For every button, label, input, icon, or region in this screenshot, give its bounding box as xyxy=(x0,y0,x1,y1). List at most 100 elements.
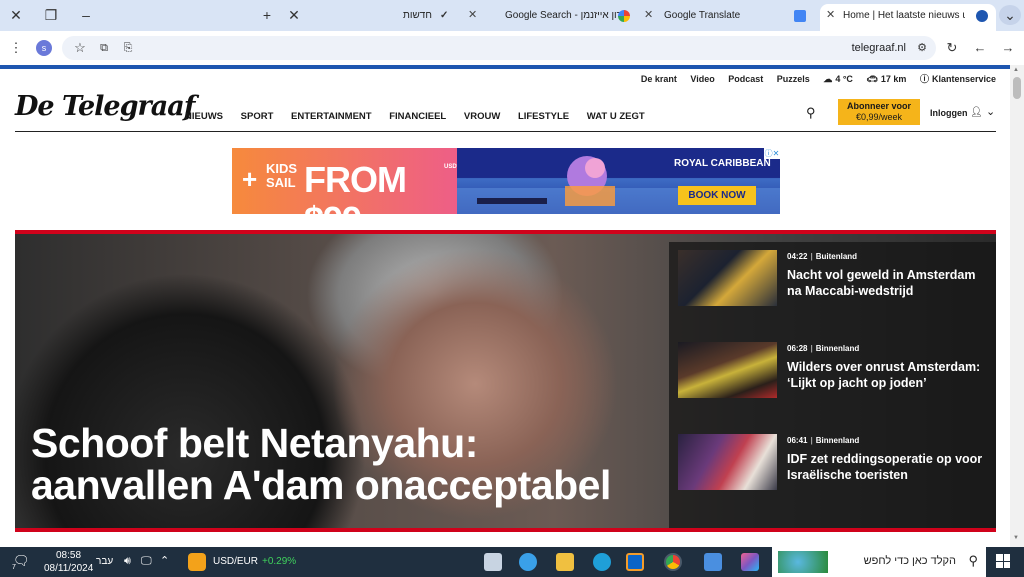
profile-avatar[interactable]: s xyxy=(36,40,52,56)
notification-count: 7 xyxy=(12,564,16,571)
address-bar: ⋮ s ☆ ⧉ ⎘ telegraaf.nl ⚙ ↻ ← → xyxy=(0,31,1024,65)
article-meta: 06:28 | Binnenland xyxy=(787,344,860,353)
search-icon[interactable]: ⚲ xyxy=(806,105,816,121)
tab-close-icon[interactable]: ✕ xyxy=(644,4,653,27)
checkmark-icon: ✓ xyxy=(440,10,449,21)
forward-arrow-icon[interactable]: → xyxy=(1000,40,1016,56)
scrollbar-thumb[interactable] xyxy=(1013,77,1021,99)
main-nav: NIEUWS SPORT ENTERTAINMENT FINANCIEEL VR… xyxy=(185,111,660,122)
ad-brand-name: ROYAL CARIBBEAN xyxy=(674,158,771,169)
nav-financieel[interactable]: FINANCIEEL xyxy=(389,111,446,122)
install-app-icon[interactable]: ⎘ xyxy=(120,40,136,56)
article-title: IDF zet reddingsoperatie op voor Israëli… xyxy=(787,452,983,482)
nav-nieuws[interactable]: NIEUWS xyxy=(185,111,223,122)
plus-icon: + xyxy=(242,164,258,194)
subscribe-line1: Abonneer voor xyxy=(846,101,911,111)
restore-window-icon[interactable]: ❐ xyxy=(40,5,62,25)
side-article[interactable]: 06:28 | Binnenland Wilders over onrust Ams… xyxy=(669,334,996,422)
cloud-icon: ☁ xyxy=(823,74,833,84)
clock-date[interactable]: 08/11/2024 xyxy=(44,563,93,574)
url-text: telegraaf.nl xyxy=(851,42,906,54)
tab-close-icon[interactable]: ✕ xyxy=(283,5,305,25)
ad-book-now-button[interactable]: BOOK NOW xyxy=(678,186,756,205)
clock-time[interactable]: 08:58 xyxy=(56,550,81,561)
article-section: Binnenland xyxy=(815,344,860,353)
ad-price-text: FROM $99 xyxy=(304,159,407,215)
network-icon[interactable]: 🖵 xyxy=(141,555,152,568)
volume-icon[interactable]: 🔊︎ xyxy=(124,555,131,568)
subscribe-button[interactable]: Abonneer voor €0,99/week xyxy=(838,99,920,125)
tab-google-translate[interactable]: ✕ Google Translate xyxy=(640,4,812,31)
traffic-km[interactable]: 17 km xyxy=(881,74,907,84)
article-meta: 04:22 | Buitenland xyxy=(787,252,858,261)
article-thumbnail xyxy=(678,434,777,490)
scroll-up-icon[interactable]: ▲ xyxy=(1013,67,1019,73)
utility-de-krant[interactable]: De krant xyxy=(641,74,677,84)
tab-search-chevron-icon[interactable]: ⌄ xyxy=(999,5,1021,25)
hero-bottom-rule xyxy=(15,528,996,532)
outlook-icon[interactable] xyxy=(626,553,644,571)
taskbar-search-box[interactable]: הקלד כאן כדי לחפש ⚲ xyxy=(772,547,986,577)
nav-lifestyle[interactable]: LIFESTYLE xyxy=(518,111,569,122)
browser-tab-bar: ✕ ❐ – + ✕ חדשות ✓ ✕ Google Search - רון … xyxy=(0,0,1024,31)
bookmark-star-icon[interactable]: ☆ xyxy=(72,40,88,56)
article-thumbnail xyxy=(678,250,777,306)
ticker-label[interactable]: USD/EUR xyxy=(213,556,258,567)
copilot-icon[interactable] xyxy=(741,553,759,571)
tab-label: חדשות xyxy=(403,10,432,21)
reload-icon[interactable]: ↻ xyxy=(944,40,960,56)
tab-label: Google Translate xyxy=(664,10,741,21)
windows-start-icon[interactable] xyxy=(996,554,1010,568)
tab-close-icon[interactable]: ✕ xyxy=(826,4,835,27)
menu-kebab-icon[interactable]: ⋮ xyxy=(8,40,24,56)
tab-label: Home | Het laatste nieuws uit N xyxy=(843,10,965,21)
tab-telegraaf[interactable]: ✕ Home | Het laatste nieuws uit N xyxy=(820,4,996,31)
translate-page-icon[interactable]: ⧉ xyxy=(96,40,112,56)
nav-divider xyxy=(15,131,996,132)
chrome-icon[interactable] xyxy=(664,553,682,571)
weather-temp[interactable]: 4 °C xyxy=(835,74,853,84)
login-link[interactable]: Inloggen xyxy=(930,108,968,118)
tab-close-icon[interactable]: ✕ xyxy=(468,4,477,27)
tab-google-search[interactable]: ✕ Google Search - רון אייזנמן xyxy=(465,4,635,31)
minimize-window-icon[interactable]: – xyxy=(75,5,97,25)
site-settings-icon[interactable]: ⚙ xyxy=(914,40,930,56)
hero-top-rule xyxy=(15,230,996,234)
back-arrow-icon[interactable]: ← xyxy=(972,40,988,56)
nav-sport[interactable]: SPORT xyxy=(241,111,274,122)
page-scrollbar[interactable]: ▲ ▼ xyxy=(1010,65,1024,547)
ad-close-icon[interactable]: ⓘ✕ xyxy=(764,148,780,159)
utility-video[interactable]: Video xyxy=(690,74,714,84)
side-article[interactable]: 06:41 | Binnenland IDF zet reddingsoperati… xyxy=(669,426,996,514)
utility-klantenservice[interactable]: Klantenservice xyxy=(932,74,996,84)
scroll-down-icon[interactable]: ▼ xyxy=(1013,535,1019,541)
hero-headline[interactable]: Schoof belt Netanyahu: aanvallen A'dam o… xyxy=(31,422,671,506)
nav-vrouw[interactable]: VROUW xyxy=(464,111,500,122)
utility-puzzels[interactable]: Puzzels xyxy=(777,74,810,84)
file-explorer-icon[interactable] xyxy=(556,553,574,571)
ad-banner[interactable]: + KIDS SAIL FROM $99 USD* ROYAL CARIBBEA… xyxy=(232,148,780,214)
chevron-down-icon[interactable]: ⌄ xyxy=(986,105,995,118)
site-logo[interactable]: De Telegraaf xyxy=(15,91,195,122)
taskbar-search-placeholder: הקלד כאן כדי לחפש xyxy=(863,555,956,567)
app-weather-icon[interactable] xyxy=(519,553,537,571)
store-icon[interactable] xyxy=(704,553,722,571)
article-time: 06:28 xyxy=(787,344,808,353)
app-notepad-icon[interactable] xyxy=(484,553,502,571)
user-icon: 👤︎ xyxy=(970,107,983,118)
language-indicator[interactable]: עבר xyxy=(96,556,113,567)
webpage: De krant Video Podcast Puzzels ☁ 4 °C 🚗︎ 1… xyxy=(0,69,1010,547)
new-tab-icon[interactable]: + xyxy=(256,5,278,25)
search-highlight-icon xyxy=(778,551,828,573)
nav-wat-u-zegt[interactable]: WAT U ZEGT xyxy=(587,111,645,122)
tab-news-hebrew[interactable]: חדשות ✓ xyxy=(395,4,465,31)
side-article[interactable]: 04:22 | Buitenland Nacht vol geweld in Ams… xyxy=(669,242,996,330)
close-window-icon[interactable]: ✕ xyxy=(5,5,27,25)
article-time: 04:22 xyxy=(787,252,808,261)
ad-kids-text: KIDS SAIL xyxy=(266,161,298,190)
utility-podcast[interactable]: Podcast xyxy=(728,74,763,84)
url-box[interactable]: ☆ ⧉ ⎘ telegraaf.nl ⚙ xyxy=(62,36,936,60)
chevron-up-icon[interactable]: ⌃ xyxy=(160,554,169,567)
edge-browser-icon[interactable] xyxy=(593,553,611,571)
nav-entertainment[interactable]: ENTERTAINMENT xyxy=(291,111,372,122)
